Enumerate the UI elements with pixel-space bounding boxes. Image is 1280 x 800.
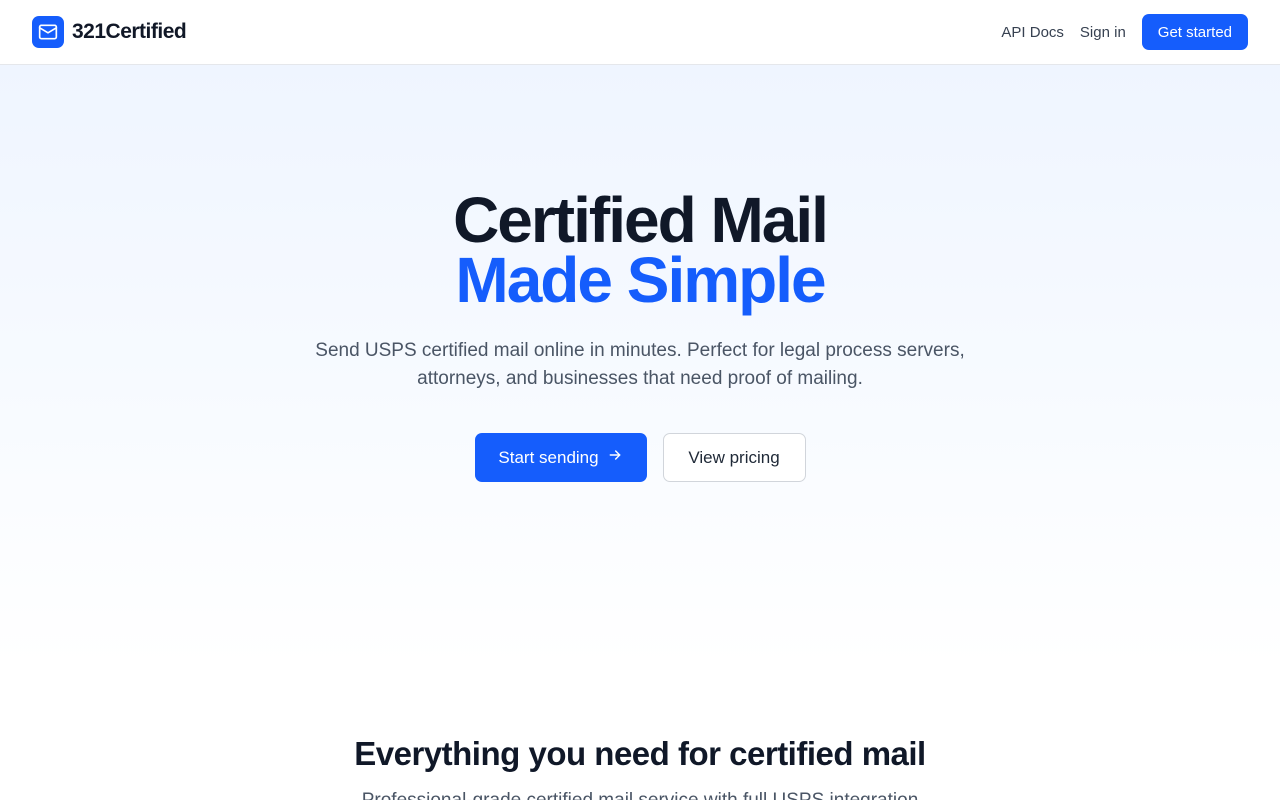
brand-name: 321Certified bbox=[72, 20, 187, 43]
hero-title-line1: Certified Mail bbox=[453, 184, 829, 256]
view-pricing-button[interactable]: View pricing bbox=[662, 433, 806, 482]
start-sending-label: Start sending bbox=[498, 447, 599, 467]
hero-actions: Start sending View pricing bbox=[0, 433, 1280, 482]
hero-section: Certified Mail Made Simple Send USPS cer… bbox=[0, 65, 1280, 665]
get-started-button[interactable]: Get started bbox=[1141, 14, 1248, 50]
hero-title: Certified Mail Made Simple bbox=[0, 184, 1280, 316]
hero-title-line2: Made Simple bbox=[455, 244, 826, 316]
api-docs-link[interactable]: API Docs bbox=[1001, 24, 1064, 41]
features-title: Everything you need for certified mail bbox=[354, 735, 926, 772]
top-navbar: 321Certified API Docs Sign in Get starte… bbox=[0, 0, 1280, 65]
features-subtitle: Professional-grade certified mail servic… bbox=[0, 790, 1280, 800]
mail-icon bbox=[32, 16, 64, 48]
nav-links: API Docs Sign in Get started bbox=[1001, 14, 1248, 50]
arrow-right-icon bbox=[607, 447, 623, 468]
start-sending-button[interactable]: Start sending bbox=[474, 433, 647, 482]
hero-subtitle: Send USPS certified mail online in minut… bbox=[315, 340, 965, 389]
sign-in-link[interactable]: Sign in bbox=[1080, 24, 1126, 41]
brand-link[interactable]: 321Certified bbox=[32, 16, 187, 48]
